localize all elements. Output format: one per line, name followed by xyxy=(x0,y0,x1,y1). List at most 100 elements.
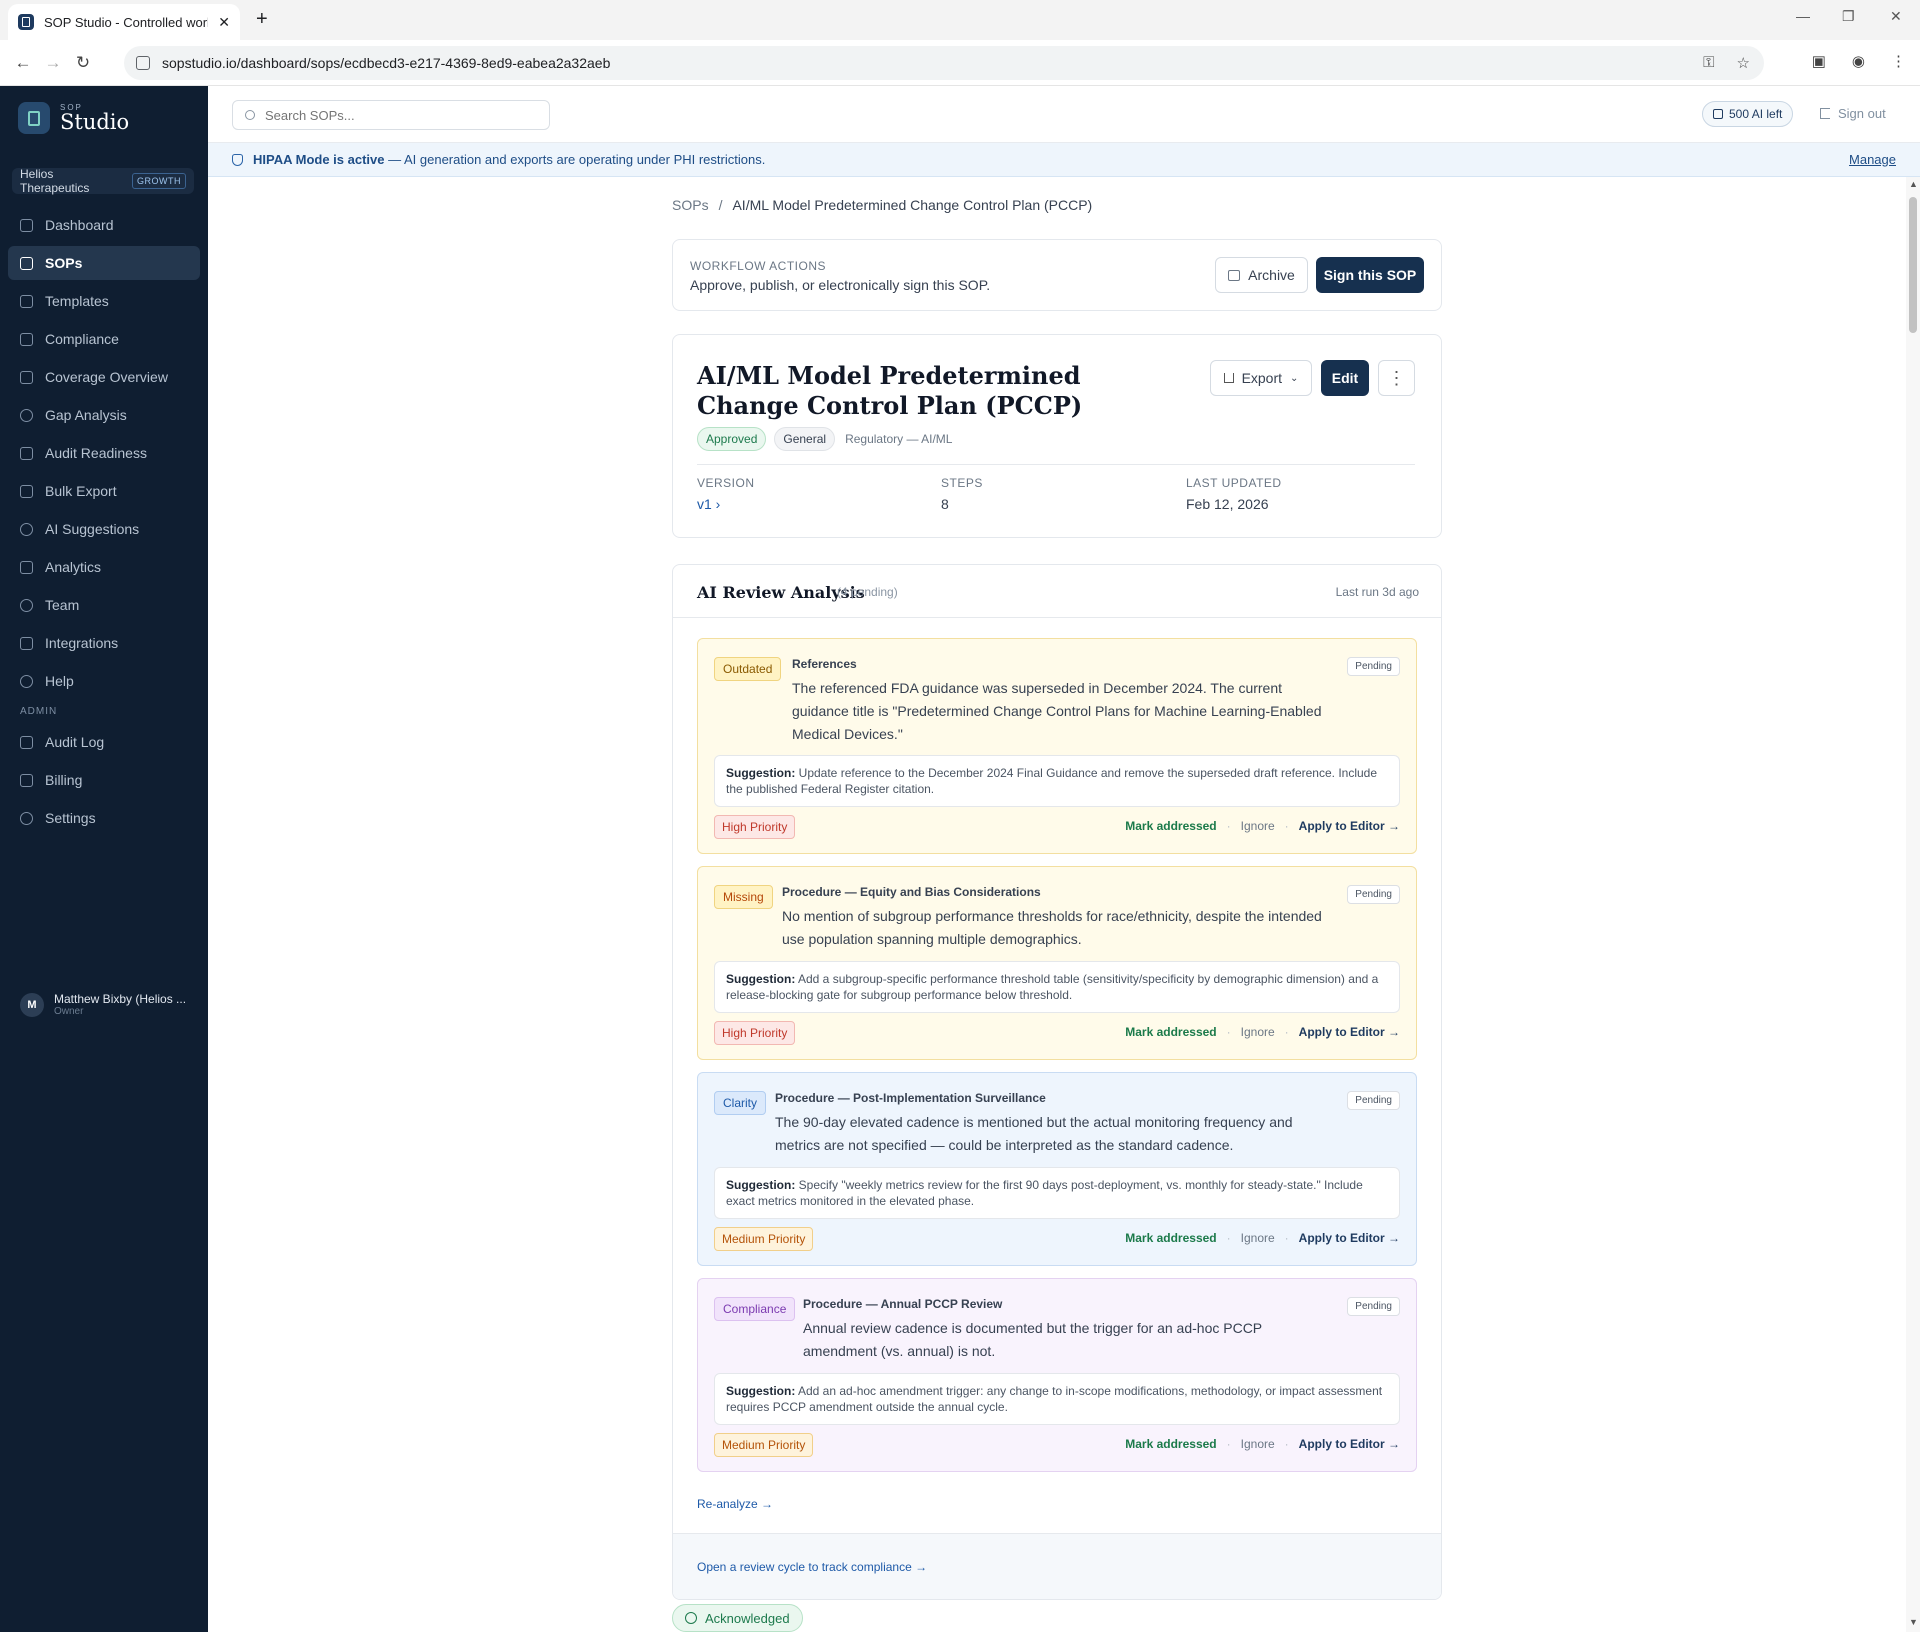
sidebar-item-coverage-overview[interactable]: Coverage Overview xyxy=(8,360,200,394)
user-menu[interactable]: M Matthew Bixby (Helios ... Owner xyxy=(20,992,186,1017)
hipaa-manage-link[interactable]: Manage xyxy=(1849,152,1896,167)
scrollbar-thumb[interactable] xyxy=(1909,197,1917,333)
archive-button[interactable]: Archive xyxy=(1215,257,1308,293)
sidebar-item-dashboard[interactable]: Dashboard xyxy=(8,208,200,242)
sign-sop-button[interactable]: Sign this SOP xyxy=(1316,257,1424,293)
sidebar-item-label: Gap Analysis xyxy=(45,407,127,423)
workflow-label: WORKFLOW ACTIONS xyxy=(690,259,827,273)
sidebar-item-bulk-export[interactable]: Bulk Export xyxy=(8,474,200,508)
minimize-icon[interactable]: — xyxy=(1796,8,1810,24)
restore-icon[interactable]: ❐ xyxy=(1842,8,1855,25)
address-bar-row: ← → ↻ sopstudio.io/dashboard/sops/ecdbec… xyxy=(0,40,1920,86)
breadcrumb-current: AI/ML Model Predetermined Change Control… xyxy=(732,197,1093,213)
sidebar: SOP Studio Helios Therapeutics GROWTH Da… xyxy=(0,86,208,1632)
bookmark-star-icon[interactable]: ☆ xyxy=(1737,54,1750,72)
sidebar-item-label: Team xyxy=(45,597,80,613)
acknowledged-badge[interactable]: Acknowledged xyxy=(672,1604,803,1632)
page-title: AI/ML Model Predetermined Change Control… xyxy=(697,361,1083,420)
priority-badge: High Priority xyxy=(714,1021,796,1045)
sidebar-item-templates[interactable]: Templates xyxy=(8,284,200,318)
close-tab-icon[interactable]: ✕ xyxy=(218,14,230,31)
checklist-icon xyxy=(20,332,33,346)
edit-button[interactable]: Edit xyxy=(1321,360,1369,396)
page-scrollbar[interactable]: ▲ ▼ xyxy=(1906,177,1920,1632)
ignore-button[interactable]: Ignore xyxy=(1241,1231,1275,1245)
avatar: M xyxy=(20,992,44,1017)
sidebar-item-ai-suggestions[interactable]: AI Suggestions xyxy=(8,512,200,546)
sidebar-item-audit-log[interactable]: Audit Log xyxy=(8,725,200,759)
sidebar-item-gap-analysis[interactable]: Gap Analysis xyxy=(8,398,200,432)
apply-to-editor-button[interactable]: Apply to Editor → xyxy=(1299,1231,1400,1245)
help-icon xyxy=(20,674,33,688)
search-input[interactable] xyxy=(265,107,525,123)
sidebar-item-team[interactable]: Team xyxy=(8,588,200,622)
mark-addressed-button[interactable]: Mark addressed xyxy=(1125,1437,1216,1451)
issue-actions: Mark addressed · Ignore · Apply to Edito… xyxy=(1125,819,1400,833)
sidebar-item-audit-readiness[interactable]: Audit Readiness xyxy=(8,436,200,470)
sop-badges: Approved General Regulatory — AI/ML xyxy=(697,427,952,451)
issue-status-badge: Pending xyxy=(1347,657,1400,676)
ignore-button[interactable]: Ignore xyxy=(1241,1025,1275,1039)
password-key-icon[interactable]: ⚿ xyxy=(1703,54,1714,72)
tab-search-icon[interactable]: ▣ xyxy=(1812,52,1826,70)
mark-addressed-button[interactable]: Mark addressed xyxy=(1125,1025,1216,1039)
users-icon xyxy=(20,598,33,612)
ignore-button[interactable]: Ignore xyxy=(1241,1437,1275,1451)
sop-header-card: AI/ML Model Predetermined Change Control… xyxy=(672,334,1442,538)
suggestion-text: Add a subgroup-specific performance thre… xyxy=(726,972,1379,1002)
sidebar-item-help[interactable]: Help xyxy=(8,664,200,698)
separator: · xyxy=(1226,1025,1231,1039)
separator: · xyxy=(1284,1437,1289,1451)
browser-menu-icon[interactable]: ⋮ xyxy=(1891,52,1906,70)
sidebar-item-integrations[interactable]: Integrations xyxy=(8,626,200,660)
profile-icon[interactable]: ◉ xyxy=(1852,52,1865,70)
site-info-icon[interactable] xyxy=(136,56,150,70)
issue-text: The referenced FDA guidance was supersed… xyxy=(792,680,1322,742)
org-switcher[interactable]: Helios Therapeutics GROWTH xyxy=(12,167,194,195)
ignore-button[interactable]: Ignore xyxy=(1241,819,1275,833)
issue-actions: Mark addressed · Ignore · Apply to Edito… xyxy=(1125,1231,1400,1245)
sign-out-button[interactable]: Sign out xyxy=(1820,106,1886,121)
search-icon xyxy=(245,110,255,120)
export-button[interactable]: Export ⌄ xyxy=(1210,360,1312,396)
brand-logo[interactable]: SOP Studio xyxy=(18,102,129,134)
sidebar-item-analytics[interactable]: Analytics xyxy=(8,550,200,584)
window-close-icon[interactable]: ✕ xyxy=(1890,8,1902,25)
target-icon xyxy=(20,408,33,422)
re-analyze-link[interactable]: Re-analyze → xyxy=(697,1497,773,1511)
apply-to-editor-button[interactable]: Apply to Editor → xyxy=(1299,1025,1400,1039)
sidebar-item-compliance[interactable]: Compliance xyxy=(8,322,200,356)
sidebar-item-label: Analytics xyxy=(45,559,102,575)
more-options-button[interactable]: ⋮ xyxy=(1378,360,1415,396)
issue-status-badge: Pending xyxy=(1347,1091,1400,1110)
back-icon[interactable]: ← xyxy=(8,53,38,73)
breadcrumb-sops-link[interactable]: SOPs xyxy=(672,197,709,213)
new-tab-icon[interactable]: + xyxy=(256,8,268,31)
ai-credits-badge[interactable]: 500 AI left xyxy=(1702,101,1794,127)
open-review-cycle-link[interactable]: Open a review cycle to track compliance … xyxy=(697,1560,927,1574)
issue-actions: Mark addressed · Ignore · Apply to Edito… xyxy=(1125,1025,1400,1039)
browser-tab[interactable]: SOP Studio - Controlled workflo ✕ xyxy=(8,4,240,40)
scroll-up-icon[interactable]: ▲ xyxy=(1909,179,1918,189)
mark-addressed-button[interactable]: Mark addressed xyxy=(1125,1231,1216,1245)
url-field[interactable]: sopstudio.io/dashboard/sops/ecdbecd3-e21… xyxy=(124,46,1764,80)
sidebar-item-settings[interactable]: Settings xyxy=(8,801,200,835)
apply-to-editor-button[interactable]: Apply to Editor → xyxy=(1299,1437,1400,1451)
shield-check-icon xyxy=(232,153,243,166)
sparkle-icon xyxy=(20,522,33,536)
meta-label: STEPS xyxy=(941,476,983,490)
mark-addressed-button[interactable]: Mark addressed xyxy=(1125,819,1216,833)
sidebar-nav: Dashboard SOPs Templates Compliance Cove… xyxy=(8,208,200,839)
version-link[interactable]: v1 › xyxy=(697,496,755,512)
separator: · xyxy=(1226,819,1231,833)
reload-icon[interactable]: ↻ xyxy=(68,53,98,73)
sidebar-item-billing[interactable]: Billing xyxy=(8,763,200,797)
hipaa-title: HIPAA Mode is active xyxy=(253,152,385,167)
apply-to-editor-button[interactable]: Apply to Editor → xyxy=(1299,819,1400,833)
scroll-down-icon[interactable]: ▼ xyxy=(1909,1617,1918,1627)
separator: · xyxy=(1284,1025,1289,1039)
export-label: Export xyxy=(1241,370,1283,386)
grid-icon xyxy=(20,370,33,384)
sidebar-item-sops[interactable]: SOPs xyxy=(8,246,200,280)
forward-icon[interactable]: → xyxy=(38,53,68,73)
